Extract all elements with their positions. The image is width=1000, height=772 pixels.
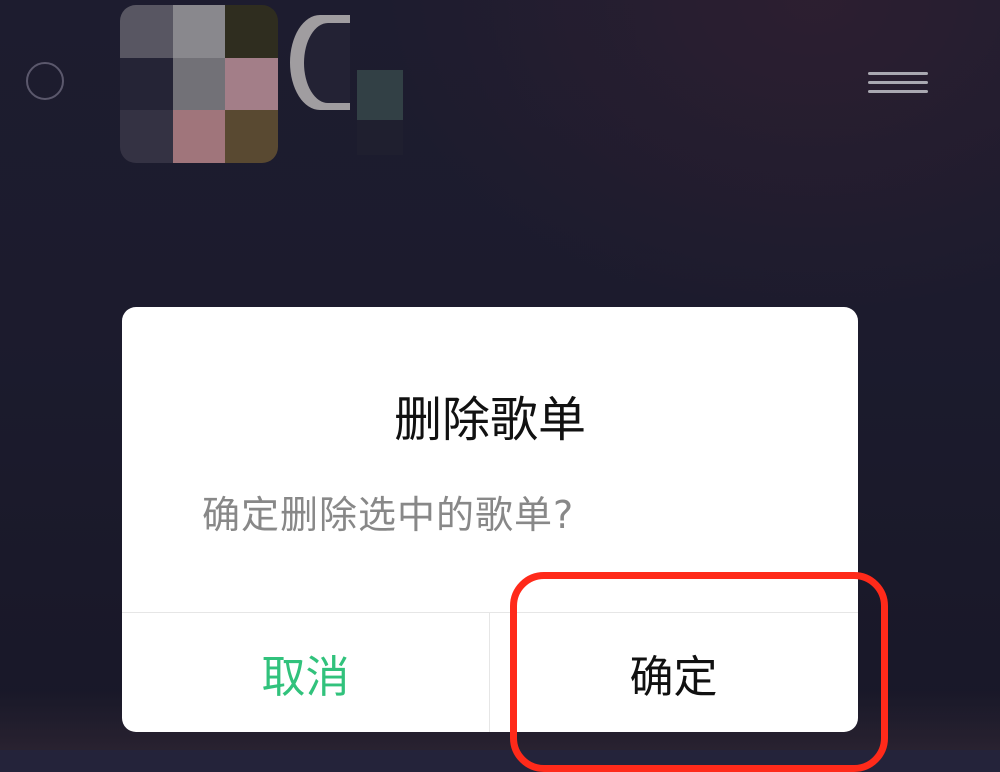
cancel-button[interactable]: 取消 [122,613,489,732]
confirm-highlight-annotation [510,572,888,772]
dialog-title: 删除歌单 [393,392,586,448]
dialog-message: 确定删除选中的歌单? [202,493,575,537]
